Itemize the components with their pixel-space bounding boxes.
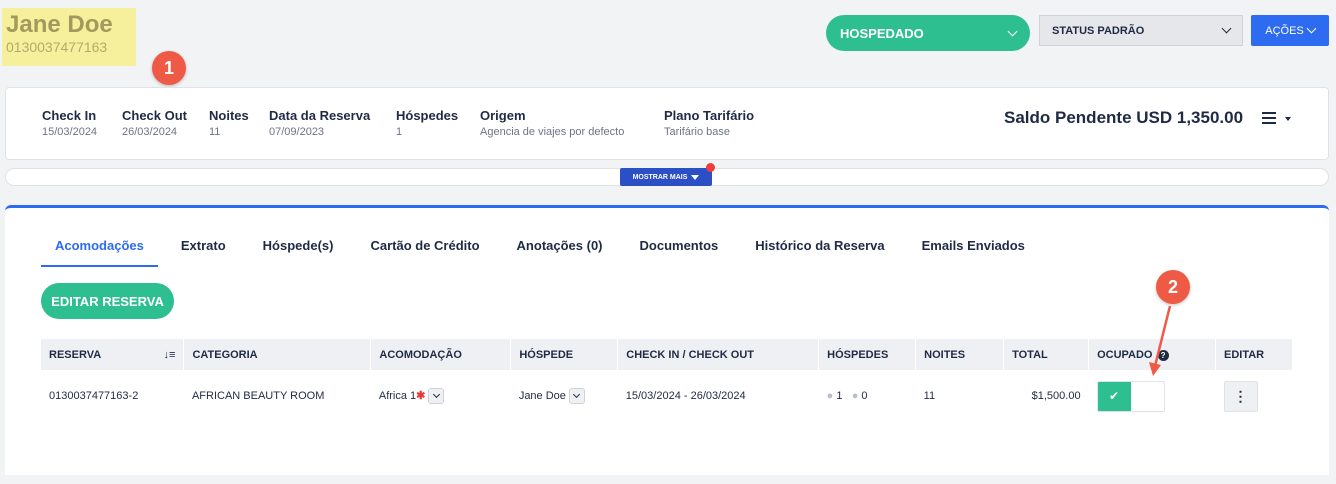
occupied-toggle[interactable]: ✔ — [1096, 380, 1165, 412]
col-header-edit: EDITAR — [1215, 339, 1293, 370]
nights-label: Noites — [209, 108, 249, 123]
chevron-down-icon — [573, 390, 581, 399]
annotation-arrow-icon — [1149, 305, 1172, 376]
origin-info: Origem Agencia de viajes por defecto — [480, 107, 624, 141]
menu-icon[interactable] — [1262, 112, 1276, 127]
booking-date-label: Data da Reserva — [269, 108, 371, 123]
standard-status-dropdown[interactable]: STATUS PADRÃO — [1039, 15, 1243, 46]
guests-value: 1 — [396, 126, 403, 138]
notification-dot — [706, 163, 715, 172]
table-header-row: RESERVA ↓≡ CATEGORIA ACOMODAÇÃO HÓSPEDE C… — [41, 339, 1293, 370]
required-icon: ✱ — [416, 389, 426, 402]
rate-plan-value: Tarifário base — [664, 126, 731, 138]
col-header-label: RESERVA — [49, 348, 102, 361]
reservation-status-dropdown[interactable]: HOSPEDADO — [826, 15, 1030, 51]
show-more-button[interactable]: MOSTRAR MAIS — [620, 168, 712, 186]
check-out-info: Check Out 26/03/2024 — [122, 107, 187, 141]
col-header-guest: HÓSPEDE — [510, 339, 619, 370]
origin-label: Origem — [480, 108, 526, 123]
reservation-status-label: HOSPEDADO — [840, 25, 924, 41]
guest-header: Jane Doe 0130037477163 — [2, 8, 136, 66]
booking-date-value: 07/09/2023 — [269, 126, 325, 138]
annotation-badge-1: 1 — [152, 51, 186, 85]
check-out-value: 26/03/2024 — [122, 126, 178, 138]
standard-status-label: STATUS PADRÃO — [1052, 24, 1145, 37]
cell-edit: ⋮ — [1216, 370, 1293, 422]
cell-total: $1,500.00 — [1031, 390, 1081, 402]
cell-guest: Jane Doe — [511, 370, 618, 422]
pending-balance: Saldo Pendente USD 1,350.00 — [1004, 108, 1244, 127]
cell-reservation: 0130037477163-2 — [49, 390, 139, 402]
check-in-info: Check In 15/03/2024 — [42, 107, 97, 141]
table-row: 0130037477163-2 AFRICAN BEAUTY ROOM Afri… — [41, 370, 1293, 422]
check-icon: ✔ — [1097, 381, 1131, 411]
adult-icon: ● — [826, 390, 834, 402]
caret-down-icon — [691, 174, 700, 180]
cell-guest-count: ● 1 ● 0 — [819, 370, 916, 422]
accommodations-table: RESERVA ↓≡ CATEGORIA ACOMODAÇÃO HÓSPEDE C… — [41, 339, 1293, 422]
col-header-guests: HÓSPEDES — [818, 339, 917, 370]
tab-credit-card[interactable]: Cartão de Crédito — [370, 234, 479, 267]
chevron-down-icon — [1007, 26, 1018, 36]
edit-reservation-button[interactable]: EDITAR RESERVA — [41, 283, 174, 319]
sort-icon[interactable]: ↓≡ — [164, 349, 176, 361]
tab-sent-emails[interactable]: Emails Enviados — [922, 234, 1025, 267]
nights-info: Noites 11 — [209, 107, 249, 141]
show-more-label: MOSTRAR MAIS — [632, 173, 688, 181]
check-out-label: Check Out — [122, 108, 188, 123]
tab-notes[interactable]: Anotações (0) — [517, 234, 603, 267]
cell-category: AFRICAN BEAUTY ROOM — [191, 390, 325, 402]
chevron-down-icon — [432, 390, 440, 399]
col-header-total: TOTAL — [1003, 339, 1090, 370]
reservation-id: 0130037477163 — [6, 39, 108, 55]
col-header-reservation[interactable]: RESERVA ↓≡ — [41, 339, 185, 370]
guest-dropdown[interactable] — [568, 388, 585, 404]
annotation-badge-2: 2 — [1156, 270, 1190, 304]
more-options-icon[interactable]: ⋮ — [1223, 380, 1258, 412]
guests-label: Hóspedes — [396, 108, 459, 123]
children-count: 0 — [861, 390, 868, 402]
booking-date-info: Data da Reserva 07/09/2023 — [269, 107, 370, 141]
cell-nights: 11 — [923, 390, 936, 402]
rate-plan-info: Plano Tarifário Tarifário base — [664, 107, 754, 141]
col-header-nights: NOITES — [915, 339, 1005, 370]
reservation-details-card: Acomodações Extrato Hóspede(s) Cartão de… — [5, 205, 1329, 475]
guest-value: Jane Doe — [518, 389, 566, 402]
col-header-category: CATEGORIA — [183, 339, 372, 370]
actions-button[interactable]: AÇÕES — [1251, 15, 1329, 46]
guests-info: Hóspedes 1 — [396, 107, 458, 141]
cell-dates: 15/03/2024 - 26/03/2024 — [625, 390, 746, 402]
tab-statement[interactable]: Extrato — [181, 234, 226, 267]
accommodation-dropdown[interactable] — [428, 388, 445, 404]
tab-bar: Acomodações Extrato Hóspede(s) Cartão de… — [41, 234, 1062, 267]
origin-value: Agencia de viajes por defecto — [480, 126, 625, 138]
caret-down-icon[interactable] — [1285, 117, 1291, 121]
tab-accommodations[interactable]: Acomodações — [41, 234, 158, 267]
check-in-value: 15/03/2024 — [42, 126, 98, 138]
reservation-summary-card: Check In 15/03/2024 Check Out 26/03/2024… — [5, 87, 1329, 160]
nights-value: 11 — [209, 126, 221, 138]
child-icon: ● — [851, 390, 859, 402]
guest-name: Jane Doe — [6, 11, 113, 38]
rate-plan-label: Plano Tarifário — [664, 108, 755, 123]
chevron-down-icon — [1306, 23, 1317, 34]
col-header-dates: CHECK IN / CHECK OUT — [617, 339, 820, 370]
adults-count: 1 — [836, 390, 843, 402]
tab-history[interactable]: Histórico da Reserva — [755, 234, 884, 267]
tab-guests[interactable]: Hóspede(s) — [263, 234, 334, 267]
col-header-accommodation: ACOMODAÇÃO — [370, 339, 512, 370]
cell-accommodation: Africa 1✱ — [371, 370, 511, 422]
chevron-down-icon — [1221, 23, 1232, 34]
check-in-label: Check In — [42, 108, 97, 123]
accommodation-value: Africa 1 — [378, 389, 417, 402]
tab-documents[interactable]: Documentos — [640, 234, 719, 267]
actions-label: AÇÕES — [1265, 24, 1304, 37]
